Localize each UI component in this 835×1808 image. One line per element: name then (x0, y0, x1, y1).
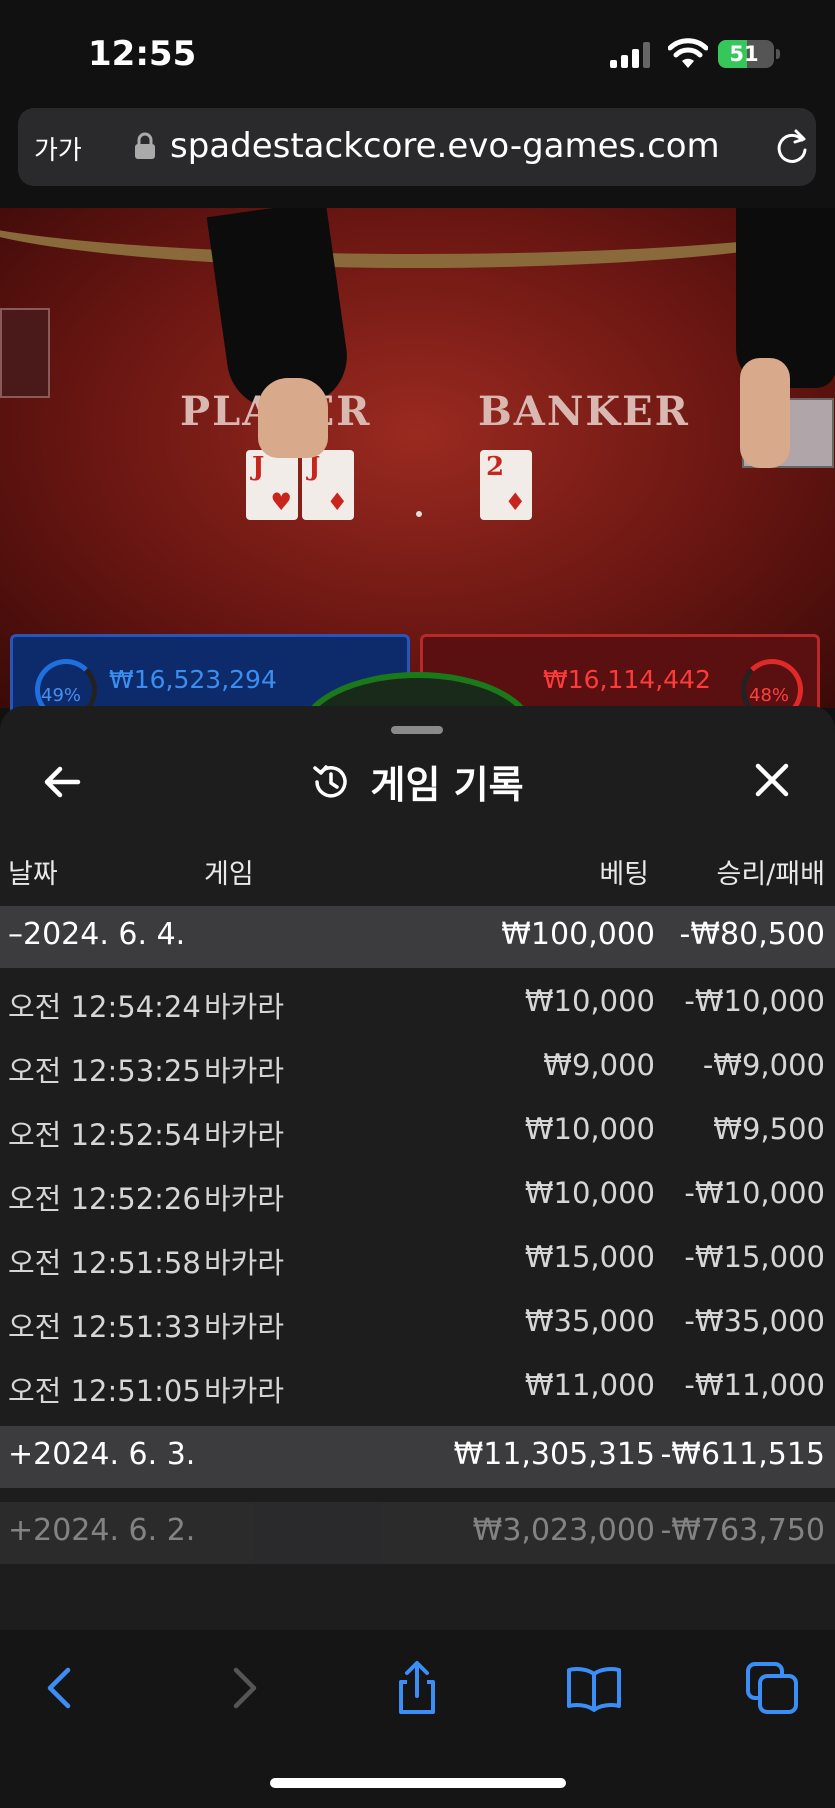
table-center-dot (416, 511, 422, 517)
banker-card-1: 2 ♦ (480, 450, 532, 520)
game-record-row[interactable]: 오전 12:51:33 바카라 ₩35,000 -₩35,000 (0, 1290, 835, 1354)
record-game: 바카라 (204, 1054, 285, 1088)
record-bet: ₩10,000 (524, 984, 655, 1018)
record-win-loss: -₩10,000 (684, 1176, 825, 1210)
group-date: –2024. 6. 4. (8, 917, 186, 952)
sheet-header: 게임 기록 (0, 754, 835, 809)
record-game: 바카라 (204, 1246, 285, 1280)
record-time: 오전 12:54:24 (8, 990, 201, 1024)
dealer-hand-right (740, 358, 790, 468)
record-bet: ₩15,000 (524, 1240, 655, 1274)
record-time: 오전 12:51:58 (8, 1246, 201, 1280)
home-indicator[interactable] (270, 1778, 566, 1788)
group-date: +2024. 6. 3. (8, 1437, 196, 1472)
record-time: 오전 12:51:05 (8, 1374, 201, 1408)
game-record-row[interactable]: 오전 12:51:05 바카라 ₩11,000 -₩11,000 (0, 1354, 835, 1418)
record-bet: ₩11,000 (524, 1368, 655, 1402)
game-record-row[interactable]: 오전 12:54:24 바카라 ₩10,000 -₩10,000 (0, 970, 835, 1034)
date-group-row[interactable]: +2024. 6. 2. ₩3,023,000 -₩763,750 (0, 1502, 835, 1564)
record-time: 오전 12:52:26 (8, 1182, 201, 1216)
record-game: 바카라 (204, 1310, 285, 1344)
record-win-loss: -₩10,000 (684, 984, 825, 1018)
game-record-row[interactable]: 오전 12:53:25 바카라 ₩9,000 -₩9,000 (0, 1034, 835, 1098)
date-group-row[interactable]: –2024. 6. 4. ₩100,000 -₩80,500 (0, 906, 835, 968)
group-bet-total: ₩11,305,315 (453, 1437, 655, 1472)
card-rank: J (252, 452, 265, 482)
record-win-loss: -₩15,000 (684, 1240, 825, 1274)
record-bet: ₩10,000 (524, 1176, 655, 1210)
sheet-title: 게임 기록 (370, 763, 524, 807)
date-group-row[interactable]: +2024. 6. 3. ₩11,305,315 -₩611,515 (0, 1426, 835, 1488)
cellular-signal-icon (610, 42, 652, 68)
group-win-loss-total: -₩763,750 (660, 1513, 825, 1548)
game-record-row[interactable]: 오전 12:52:26 바카라 ₩10,000 -₩10,000 (0, 1162, 835, 1226)
url-text[interactable]: spadestackcore.evo-games.com (170, 126, 720, 166)
record-game: 바카라 (204, 1118, 285, 1152)
game-record-row[interactable]: 오전 12:52:54 바카라 ₩10,000 ₩9,500 (0, 1098, 835, 1162)
record-game: 바카라 (204, 990, 285, 1024)
card-suit: ♦ (504, 488, 526, 516)
record-win-loss: -₩11,000 (684, 1368, 825, 1402)
table-rail (0, 208, 835, 268)
dealer-hand-left (258, 378, 328, 458)
card-suit: ♦ (326, 488, 348, 516)
record-bet: ₩10,000 (524, 1112, 655, 1146)
history-icon (313, 764, 348, 798)
game-history-sheet: 게임 기록 날짜 게임 베팅 승리/패배 –2024. 6. 4. ₩100,0… (0, 706, 835, 1630)
column-header-game: 게임 (204, 859, 254, 890)
column-header-bet: 베팅 (599, 859, 649, 890)
record-game: 바카라 (204, 1182, 285, 1216)
lock-icon (135, 132, 155, 159)
forward-icon[interactable] (212, 1658, 272, 1718)
player-percent: 49% (41, 685, 82, 706)
player-card-1: J ♥ (246, 450, 298, 520)
battery-icon: 51 (718, 40, 774, 68)
record-bet: ₩9,000 (543, 1048, 655, 1082)
record-win-loss: -₩9,000 (702, 1048, 825, 1082)
record-bet: ₩35,000 (524, 1304, 655, 1338)
group-bet-total: ₩100,000 (501, 917, 655, 952)
tabs-icon[interactable] (742, 1658, 802, 1718)
group-win-loss-total: -₩80,500 (679, 917, 825, 952)
group-date: +2024. 6. 2. (8, 1513, 196, 1548)
back-icon[interactable] (32, 1658, 92, 1718)
share-icon[interactable] (387, 1658, 447, 1718)
wifi-icon (668, 38, 708, 68)
banker-total-bet: ₩16,114,442 (543, 665, 711, 694)
banker-percent: 48% (749, 685, 790, 706)
player-total-bet: ₩16,523,294 (109, 665, 277, 694)
card-suit: ♥ (270, 488, 292, 516)
address-bar[interactable]: 가가 spadestackcore.evo-games.com (18, 108, 816, 186)
bookmarks-icon[interactable] (564, 1658, 624, 1718)
text-size-button[interactable]: 가가 (34, 130, 82, 167)
sheet-grabber[interactable] (391, 726, 443, 734)
card-shoe (0, 308, 50, 398)
status-bar: 12:55 51 (0, 0, 835, 100)
column-header-date: 날짜 (8, 859, 58, 890)
record-time: 오전 12:52:54 (8, 1118, 201, 1152)
column-header-win-loss: 승리/패배 (716, 859, 825, 890)
card-rank: 2 (486, 452, 505, 482)
banker-label: BANKER (478, 388, 690, 435)
game-record-row[interactable]: 오전 12:51:58 바카라 ₩15,000 -₩15,000 (0, 1226, 835, 1290)
player-card-2: J ♦ (302, 450, 354, 520)
reload-icon[interactable] (774, 128, 810, 166)
record-time: 오전 12:53:25 (8, 1054, 201, 1088)
record-win-loss: ₩9,500 (713, 1112, 825, 1146)
record-game: 바카라 (204, 1374, 285, 1408)
live-baccarat-video: PLAYER BANKER J ♥ J ♦ 2 ♦ (0, 208, 835, 708)
battery-nub (776, 49, 780, 59)
close-icon[interactable] (748, 756, 796, 804)
group-win-loss-total: -₩611,515 (660, 1437, 825, 1472)
group-bet-total: ₩3,023,000 (472, 1513, 655, 1548)
record-time: 오전 12:51:33 (8, 1310, 201, 1344)
record-win-loss: -₩35,000 (684, 1304, 825, 1338)
status-time: 12:55 (88, 34, 197, 74)
battery-level: 51 (729, 42, 759, 66)
